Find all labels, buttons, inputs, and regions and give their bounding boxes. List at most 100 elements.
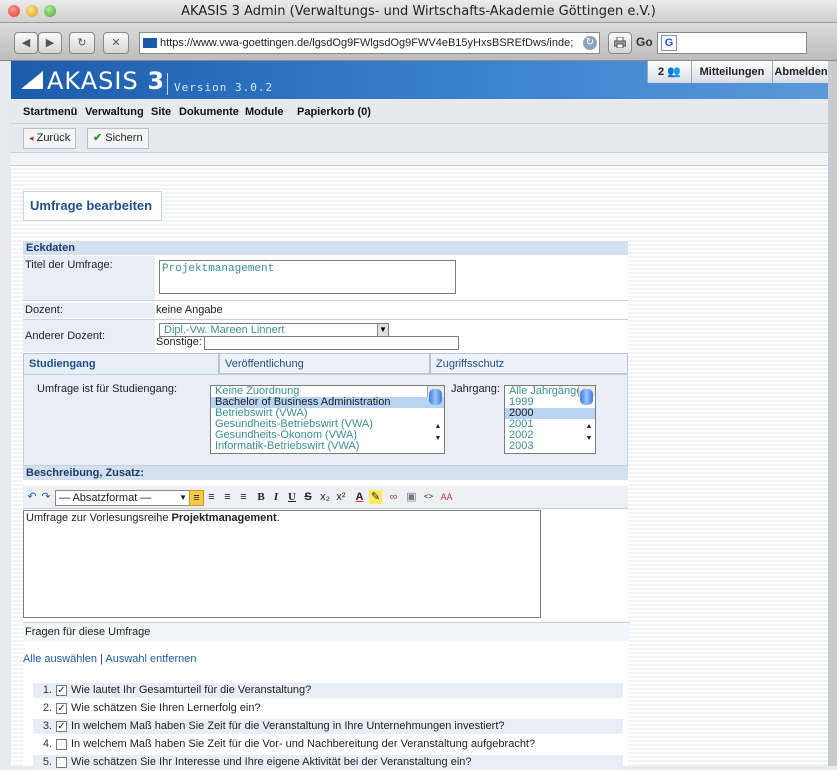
- question-row: 3. ✓ In welchem Maß haben Sie Zeit für die…: [33, 719, 623, 734]
- question-checkbox[interactable]: ✓: [56, 721, 67, 732]
- survey-form: Eckdaten Titel der Umfrage: Projektmanag…: [23, 239, 630, 770]
- reload-button[interactable]: ↻: [69, 32, 95, 54]
- question-row: 1. ✓ Wie lautet Ihr Gesamturteil für die V…: [33, 683, 623, 698]
- list-scrollbar[interactable]: ▲ ▼: [578, 386, 595, 442]
- font-size-icon[interactable]: AA: [439, 490, 454, 504]
- window-right-edge: [828, 61, 837, 766]
- tab-studiengang[interactable]: Studiengang: [23, 353, 219, 374]
- scroll-thumb[interactable]: [429, 389, 442, 405]
- google-search-input[interactable]: G: [657, 32, 807, 54]
- beschreibung-heading: Beschreibung, Zusatz:: [23, 466, 628, 480]
- sonstige-input[interactable]: [204, 336, 459, 350]
- question-checkbox[interactable]: ✓: [56, 703, 67, 714]
- select-all-link[interactable]: Alle auswählen: [23, 653, 97, 665]
- deselect-link[interactable]: Auswahl entfernen: [105, 653, 196, 665]
- underline-icon[interactable]: U: [286, 490, 298, 504]
- select-arrow-icon: ▼: [179, 493, 187, 502]
- anderer-dozent-select[interactable]: Dipl.-Vw. Mareen Linnert ▼: [159, 323, 389, 337]
- link-icon[interactable]: ∞: [386, 490, 401, 504]
- question-checkbox[interactable]: [56, 757, 67, 768]
- list-option[interactable]: Informatik-Betriebswirt (VWA): [211, 441, 444, 452]
- main-menu: Startmenü Verwaltung Site Dokumente Modu…: [11, 99, 828, 124]
- question-checkbox[interactable]: [56, 739, 67, 750]
- titel-label: Titel der Umfrage:: [23, 256, 155, 300]
- redo-icon[interactable]: ↷: [40, 490, 52, 504]
- italic-icon[interactable]: I: [270, 490, 282, 504]
- google-icon: G: [661, 35, 677, 51]
- eckdaten-heading: Eckdaten: [23, 241, 628, 255]
- action-bar: ◂ Zurück ✔ Sichern: [11, 124, 828, 153]
- anderer-dozent-label: Anderer Dozent:: [23, 320, 155, 352]
- back-button[interactable]: ◂ Zurück: [23, 128, 77, 149]
- menu-item-startmenu[interactable]: Startmenü: [23, 106, 77, 118]
- question-checkbox[interactable]: ✓: [56, 685, 67, 696]
- google-go-label: Go: [636, 35, 653, 49]
- question-row: 5. Wie schätzen Sie Ihr Interesse und Ihr…: [33, 755, 623, 770]
- jahrgang-label: Jahrgang:: [451, 383, 500, 395]
- users-icon: 👥: [667, 66, 681, 78]
- justify-icon[interactable]: ≡: [237, 490, 250, 504]
- selection-links: Alle auswählen | Auswahl entfernen: [23, 653, 197, 665]
- menu-item-verwaltung[interactable]: Verwaltung: [85, 106, 144, 118]
- studiengang-panel: Umfrage ist für Studiengang: Keine Zuord…: [23, 374, 628, 466]
- menu-item-module[interactable]: Module: [245, 106, 284, 118]
- align-left-icon[interactable]: ≡: [189, 490, 204, 506]
- studiengang-list[interactable]: Keine Zuordnung Bachelor of Business Adm…: [210, 385, 445, 454]
- scroll-down-icon[interactable]: ▼: [579, 434, 595, 444]
- studiengang-label: Umfrage ist für Studiengang:: [37, 383, 178, 395]
- list-scrollbar[interactable]: ▲ ▼: [427, 386, 444, 442]
- undo-icon[interactable]: ↶: [26, 490, 38, 504]
- status-strip: [11, 153, 828, 166]
- divider: [23, 300, 628, 301]
- tab-veroeffentlichung[interactable]: Veröffentlichung: [219, 353, 430, 374]
- superscript-icon[interactable]: x²: [335, 490, 347, 504]
- question-row: 4. In welchem Maß haben Sie Zeit für die …: [42, 738, 536, 750]
- url-text: https://www.vwa-goettingen.de/lgsdOg9FWl…: [160, 37, 574, 49]
- fragen-heading: Fragen für diese Umfrage: [23, 622, 630, 641]
- highlight-color-icon[interactable]: ✎: [369, 490, 382, 504]
- menu-item-papierkorb[interactable]: Papierkorb (0): [297, 106, 371, 118]
- page-title: Umfrage bearbeiten: [23, 191, 162, 221]
- html-source-icon[interactable]: <>: [421, 490, 436, 504]
- scroll-thumb[interactable]: [580, 389, 593, 405]
- text-color-icon[interactable]: A: [353, 490, 366, 504]
- dozent-value: keine Angabe: [156, 304, 223, 316]
- save-button[interactable]: ✔ Sichern: [87, 128, 149, 149]
- forward-nav-button[interactable]: ▶: [38, 32, 62, 54]
- menu-item-dokumente[interactable]: Dokumente: [179, 106, 239, 118]
- reload-snapback-icon[interactable]: ↻: [583, 36, 597, 50]
- scroll-up-icon[interactable]: ▲: [428, 422, 444, 432]
- titel-input[interactable]: Projektmanagement: [159, 260, 456, 294]
- site-favicon-icon: [143, 38, 157, 49]
- dozent-label: Dozent:: [23, 303, 155, 318]
- logout-button[interactable]: Abmelden: [772, 61, 829, 83]
- messages-button[interactable]: Mitteilungen: [691, 61, 772, 83]
- insert-image-icon[interactable]: ▣: [405, 490, 418, 504]
- align-center-icon[interactable]: ≡: [205, 490, 218, 504]
- address-bar[interactable]: https://www.vwa-goettingen.de/lgsdOg9FWl…: [139, 32, 600, 54]
- scroll-down-icon[interactable]: ▼: [428, 434, 444, 444]
- select-arrow-icon: ▼: [377, 324, 388, 336]
- paragraph-format-select[interactable]: — Absatzformat — ▼: [55, 490, 190, 506]
- scroll-up-icon[interactable]: ▲: [579, 422, 595, 432]
- strikethrough-icon[interactable]: S: [302, 490, 314, 504]
- align-right-icon[interactable]: ≡: [221, 490, 234, 504]
- back-nav-button[interactable]: ◀: [14, 32, 38, 54]
- description-editor[interactable]: Umfrage zur Vorlesungsreihe Projektmanag…: [23, 510, 541, 618]
- editor-toolbar: ↶ ↷ — Absatzformat — ▼ ≡ ≡ ≡ ≡ B I U S x₂…: [23, 486, 628, 509]
- akasis-logo-icon: [21, 71, 43, 89]
- jahrgang-list[interactable]: Alle Jahrgänge 1999 2000 2001 2002 2003 …: [504, 385, 596, 454]
- tab-zugriffsschutz[interactable]: Zugriffsschutz: [430, 353, 628, 374]
- window-titlebar: AKASIS 3 Admin (Verwaltungs- und Wirtsch…: [0, 0, 837, 23]
- stop-button[interactable]: ✕: [103, 32, 129, 54]
- browser-toolbar: ◀ ▶ ↻ ✕ https://www.vwa-goettingen.de/lg…: [0, 23, 837, 61]
- online-users-button[interactable]: 2 👥: [647, 61, 691, 83]
- back-arrow-icon: ◂: [29, 133, 34, 143]
- print-button[interactable]: [608, 32, 632, 54]
- subscript-icon[interactable]: x₂: [319, 490, 331, 504]
- print-icon: [613, 36, 627, 49]
- app-version: Version 3.0.2: [167, 73, 273, 95]
- bold-icon[interactable]: B: [255, 490, 267, 504]
- menu-item-site[interactable]: Site: [151, 106, 171, 118]
- window-title: AKASIS 3 Admin (Verwaltungs- und Wirtsch…: [181, 4, 656, 19]
